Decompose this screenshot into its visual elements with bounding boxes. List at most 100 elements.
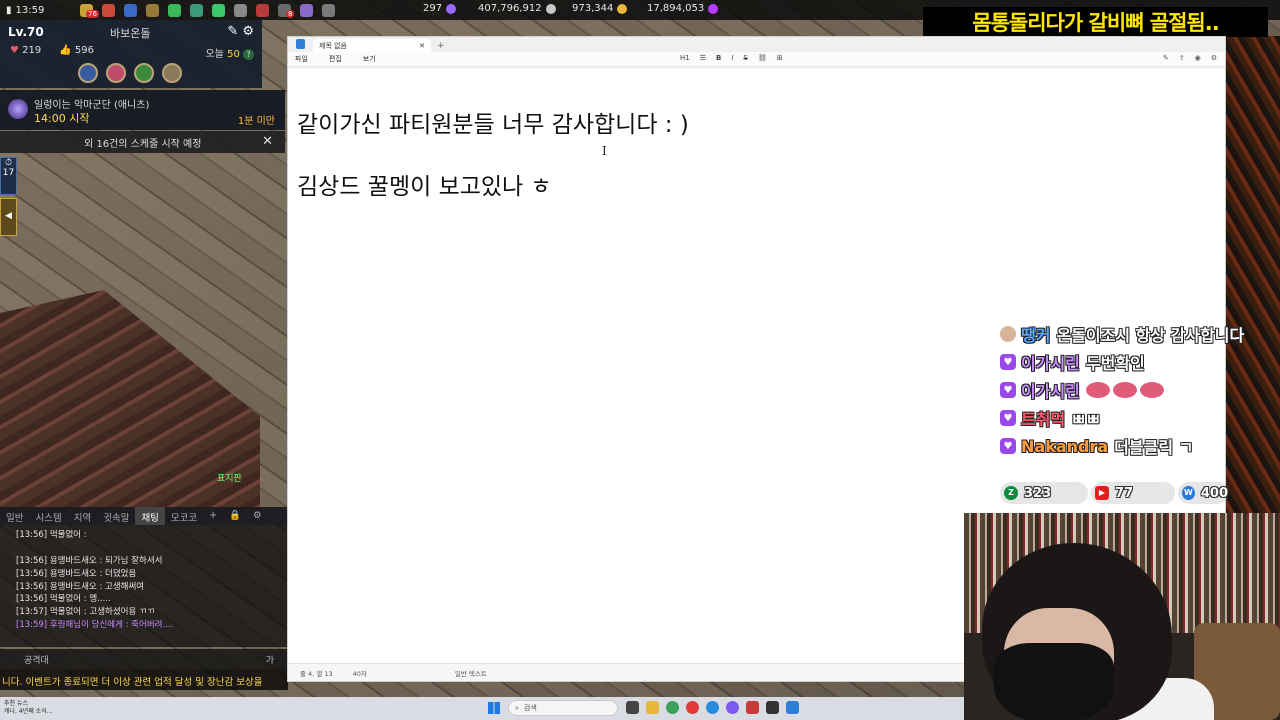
copilot-icon[interactable]: ✎	[1163, 54, 1169, 62]
notepad-taskbar-icon[interactable]	[786, 701, 799, 714]
viewer-count-bar: Z 323 ▶ 77 W 400	[1000, 482, 1228, 504]
shield-icon[interactable]	[212, 3, 225, 17]
notepad-titlebar: 제목 없음 ✕ +	[288, 37, 1225, 52]
gift-icon[interactable]	[256, 3, 269, 17]
edge-icon[interactable]	[706, 701, 719, 714]
event-time: 14:00 시작	[34, 112, 90, 125]
taskbar-apps	[626, 701, 799, 714]
strikethrough-button[interactable]: S	[743, 54, 747, 62]
helmet-icon[interactable]	[322, 3, 335, 17]
buff-paw-icon[interactable]	[134, 63, 154, 83]
guild-icon[interactable]	[190, 3, 203, 17]
notice-button[interactable]: ◀	[0, 198, 17, 236]
task-view-icon[interactable]	[626, 701, 639, 714]
steam-icon[interactable]	[766, 701, 779, 714]
chat-tab-system[interactable]: 시스템	[29, 507, 67, 525]
chat-font-button[interactable]: 가	[266, 653, 274, 666]
status-position: 줄 4, 열 13	[300, 669, 333, 678]
stream-chat-message: ♥ 이가시린	[1000, 376, 1270, 404]
italic-button[interactable]: I	[731, 54, 733, 62]
table-button[interactable]: ⊞	[777, 54, 783, 62]
map-signpost-label: 표지판	[217, 474, 242, 484]
thumbs-up-icon: 👍	[59, 45, 72, 56]
buff-compass-icon[interactable]	[162, 63, 182, 83]
stream-chat-message: ♥ Nakandra 더블클릭 ㄱ	[1000, 432, 1270, 460]
chat-tab-region[interactable]: 지역	[68, 507, 97, 525]
new-tab-button[interactable]: +	[437, 41, 445, 51]
search-icon: ⌕	[515, 703, 519, 712]
account-icon[interactable]: ◉	[1195, 54, 1201, 62]
chat-messages: [13:56] 먹물없어 : [13:56] 용맹바드새오 : 되가님 잘하셔서…	[0, 525, 288, 632]
chat-text: 온돌이조시 항상 감사합니다	[1056, 326, 1245, 345]
gem-icon	[708, 3, 719, 14]
list-dropdown[interactable]: ☰	[700, 54, 706, 62]
chat-line: [13:56] 용맹바드새오 : 더뎠었음	[16, 568, 137, 579]
news-subtitle: 캐나, 4년째 소식...	[4, 708, 53, 715]
discord-icon[interactable]	[726, 701, 739, 714]
chat-tab-whisper[interactable]: 귓속말	[97, 507, 135, 525]
chat-line: [13:57] 먹물없어 : 고생하셨어용 ㄲㄲ	[16, 607, 155, 618]
gold-icon	[617, 3, 628, 14]
heading-dropdown[interactable]: H1	[680, 54, 690, 62]
settings-gear-icon[interactable]: ⚙	[1211, 54, 1217, 62]
schedule-text: 외 16건의 스케줄 시작 예정	[84, 138, 202, 150]
notepad-right-tools: ✎ ⇪ ◉ ⚙	[1163, 54, 1217, 62]
sparkle-icon[interactable]	[300, 3, 313, 17]
lock-icon[interactable]: 🔒	[223, 507, 247, 525]
chat-channel-label[interactable]: 공격대	[24, 653, 49, 666]
close-tab-icon[interactable]: ✕	[419, 42, 425, 50]
emote-icon	[1085, 382, 1110, 398]
pc-icon[interactable]	[124, 3, 137, 17]
taskbar-search[interactable]: ⌕ 검색	[508, 700, 618, 716]
menu-file[interactable]: 파일	[295, 54, 308, 64]
chat-username: 트취먹	[1021, 410, 1066, 429]
face-mask	[994, 643, 1114, 720]
chat-tab-general[interactable]: 일반	[0, 507, 29, 525]
currency-silver: 407,796,912	[478, 3, 556, 14]
chat-tab-mokoko[interactable]: 모코코	[165, 507, 203, 525]
buff-heart-icon[interactable]	[106, 63, 126, 83]
news-widget[interactable]: 추천 뉴스 캐나, 4년째 소식...	[4, 700, 52, 716]
help-icon[interactable]: ?	[243, 49, 254, 60]
we-viewers: W 400	[1178, 482, 1228, 504]
windows-start-icon[interactable]	[488, 702, 500, 714]
game-launcher-icon[interactable]	[746, 701, 759, 714]
close-icon[interactable]: ✕	[262, 134, 273, 149]
buff-icons	[78, 63, 182, 83]
search-placeholder: 검색	[523, 704, 537, 712]
menu-edit[interactable]: 편집	[329, 54, 342, 64]
notepad-tab[interactable]: 제목 없음 ✕	[313, 39, 431, 52]
event-panel[interactable]: 일렁이는 악마군단 (애니츠) 14:00 시작 1분 미만	[0, 90, 285, 130]
top-menu-icons[interactable]	[70, 3, 335, 17]
buff-rank-icon[interactable]	[78, 63, 98, 83]
megaphone-icon: ◀	[5, 211, 12, 221]
chat-line: [13:56] 먹물없어 :	[16, 530, 87, 540]
currency-app-icon[interactable]	[686, 701, 699, 714]
ticket-icon[interactable]	[102, 3, 115, 17]
menu-view[interactable]: 보기	[363, 54, 376, 64]
bold-button[interactable]: B	[716, 54, 721, 62]
wifi-icon: ▮	[6, 4, 12, 16]
chrome-icon[interactable]	[666, 701, 679, 714]
currency-gold: 973,344	[572, 3, 628, 14]
heart-badge-icon: ♥	[1000, 382, 1016, 398]
timer-button[interactable]: ⏱ 17	[0, 157, 17, 195]
chat-tab-chat[interactable]: 채팅	[135, 507, 165, 525]
timer-count: 17	[2, 168, 15, 178]
chat-input-bar[interactable]: 공격대 가	[0, 649, 288, 669]
file-explorer-icon[interactable]	[646, 701, 659, 714]
pet-icon[interactable]	[146, 3, 159, 17]
news-title: 추천 뉴스	[4, 700, 28, 707]
link-button[interactable]: ⛓	[758, 54, 767, 62]
crown-icon[interactable]	[168, 3, 181, 17]
character-stats: ♥ 219 👍 596	[10, 45, 94, 56]
chat-line-whisper: [13:59] 후링해님이 당신에게 : 죽어버려....	[16, 619, 174, 630]
gear-icon[interactable]: ✎ ⚙	[227, 24, 254, 39]
clock-time: 13:59	[15, 4, 45, 16]
share-icon[interactable]: ⇪	[1179, 54, 1185, 62]
chat-tab-add[interactable]: +	[203, 507, 223, 525]
chat-settings-gear-icon[interactable]: ⚙	[247, 507, 268, 525]
sword-icon[interactable]	[234, 3, 247, 17]
text-line: 김상드 꿀멩이 보고있나 ㅎ	[297, 174, 552, 200]
likes-stat: 👍 596	[59, 45, 94, 56]
